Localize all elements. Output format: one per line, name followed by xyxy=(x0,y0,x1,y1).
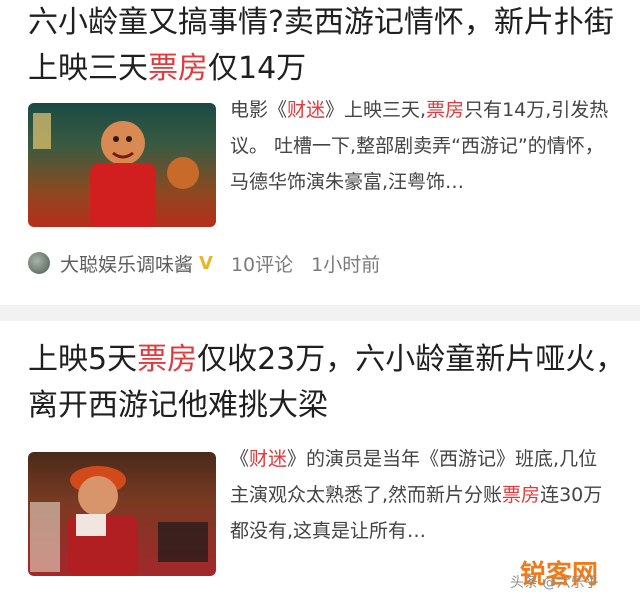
summary-text: 电影《 xyxy=(230,99,288,121)
article1-title-text-end: 仅14万 xyxy=(208,51,307,86)
post-time: 1小时前 xyxy=(311,253,381,276)
article1-title-highlight: 票房 xyxy=(148,51,208,86)
summary-film-name: 财迷 xyxy=(249,448,288,470)
article1-title[interactable]: 六小龄童又搞事情?卖西游记情怀，新片扑街 上映三天票房仅14万 xyxy=(28,0,628,92)
article2-title-highlight: 票房 xyxy=(137,342,198,377)
article1-thumbnail[interactable] xyxy=(28,103,216,227)
summary-highlight: 票房 xyxy=(502,484,541,506)
article1-title-text: 六小龄童又搞事情?卖西游记情怀，新片扑街 上映三天 xyxy=(28,5,614,86)
feed-divider xyxy=(0,305,640,321)
verified-badge-icon: V xyxy=(199,252,213,274)
author-avatar-icon[interactable] xyxy=(28,252,50,274)
summary-film-name: 财迷 xyxy=(287,99,326,121)
comment-count[interactable]: 10评论 xyxy=(231,250,293,277)
article1-summary[interactable]: 电影《财迷》上映三天,票房只有14万,引发热议。 吐槽一下,整部剧卖弄“西游记”… xyxy=(230,92,615,200)
summary-text: 》上映三天, xyxy=(325,99,427,121)
article2-title[interactable]: 上映5天票房仅收23万，六小龄童新片哑火，离开西游记他难挑大梁 xyxy=(28,337,628,429)
summary-highlight: 票房 xyxy=(426,99,465,121)
author-name[interactable]: 大聪娱乐调味酱 xyxy=(60,250,193,277)
summary-text: 《 xyxy=(230,448,250,470)
article2-thumbnail[interactable] xyxy=(28,452,216,576)
watermark-text: 头条 @六乐乎 xyxy=(510,575,599,591)
article2-summary[interactable]: 《财迷》的演员是当年《西游记》班底,几位主演观众太熟悉了,然而新片分账票房连30… xyxy=(230,441,615,549)
article2-title-text: 上映5天 xyxy=(28,342,138,377)
article1-meta: 大聪娱乐调味酱 V 10评论 1小时前 xyxy=(28,246,380,280)
